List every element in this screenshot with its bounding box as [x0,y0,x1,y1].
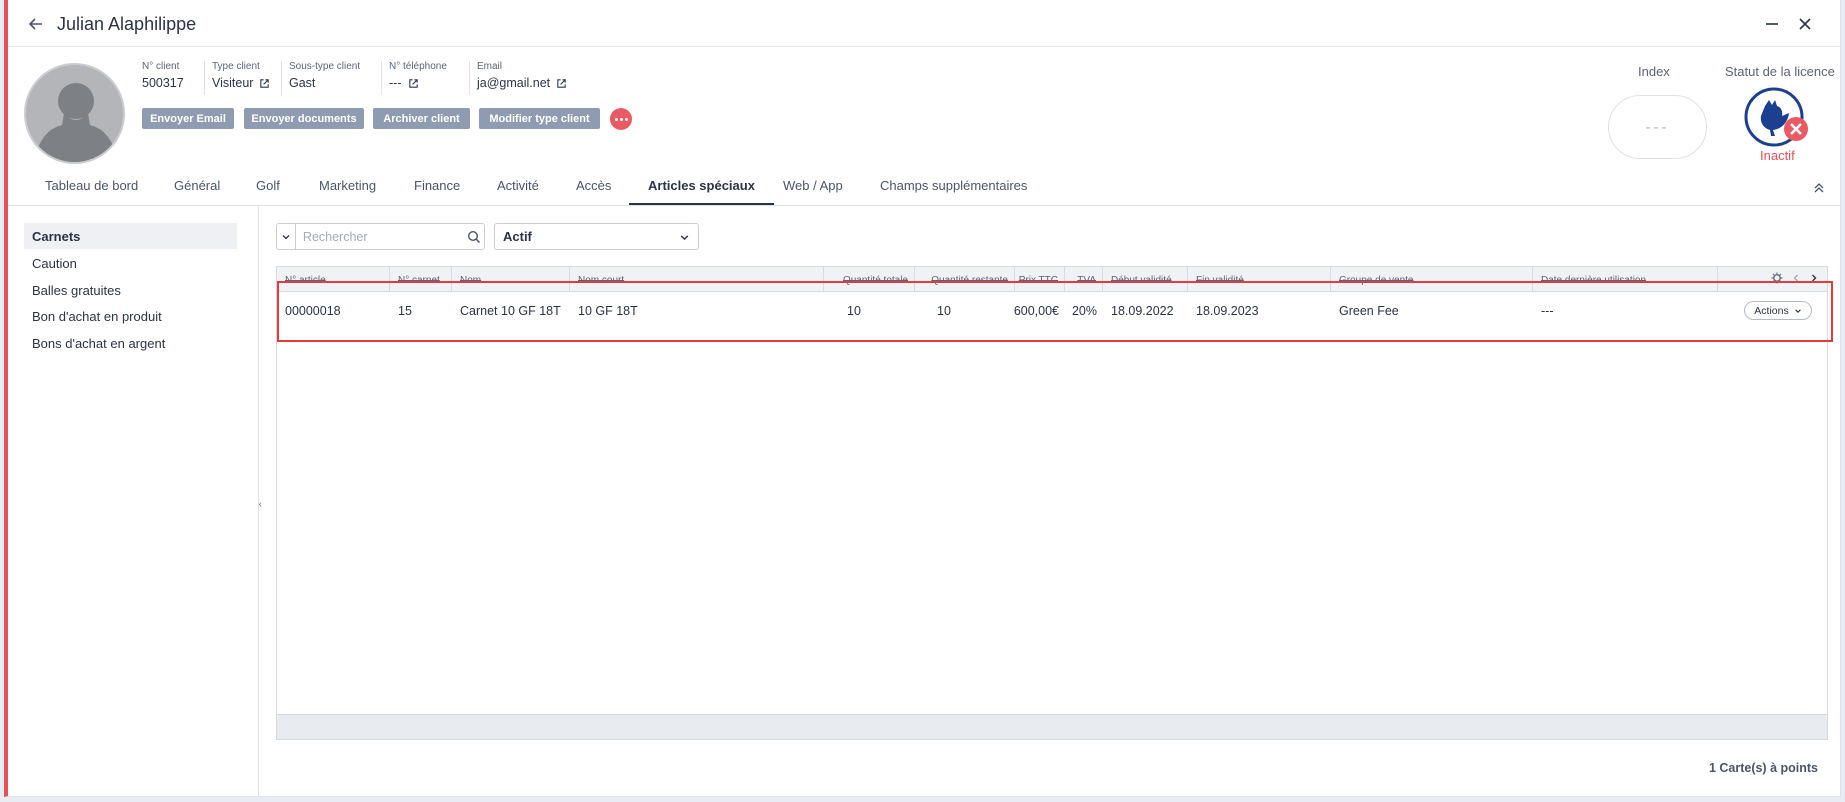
email-value: ja@gmail.net [477,76,551,90]
column-header-end-validity[interactable]: Fin validité [1188,267,1331,292]
column-header-carnet[interactable]: N° carnet [390,267,452,292]
cell-remaining-qty: 10 [937,304,951,318]
column-header-remaining-qty[interactable]: Quantité restante [915,267,1015,292]
chevron-down-icon [1794,308,1801,313]
sidebar-item-product-voucher[interactable]: Bon d'achat en produit [24,303,237,329]
search-box [276,223,485,250]
column-header-price[interactable]: Prix TTC [1015,267,1065,292]
column-header-last-used[interactable]: Date dernière utilisation [1533,267,1718,292]
external-link-icon[interactable] [408,78,419,89]
cell-article: 00000018 [285,304,341,318]
client-subtype-label: Sous-type client [289,61,361,72]
sidebar-item-free-balls[interactable]: Balles gratuites [24,277,237,303]
close-icon[interactable] [1797,16,1813,32]
phone-value: --- [389,76,402,90]
minimize-icon[interactable] [1764,16,1780,32]
index-label: Index [1638,64,1670,79]
tab-special-articles[interactable]: Articles spéciaux [629,178,774,205]
tab-activity[interactable]: Activité [497,178,539,205]
client-type-field: Type client Visiteur [204,61,270,95]
license-status-label: Statut de la licence [1725,64,1835,79]
table-header: N° article N° carnet Nom Nom court Quant… [277,267,1827,292]
tab-dashboard[interactable]: Tableau de bord [45,178,138,205]
status-filter-select[interactable]: Actif [494,223,699,250]
client-type-value: Visiteur [212,76,254,90]
tab-general[interactable]: Général [174,178,220,205]
cell-total-qty: 10 [847,304,861,318]
column-header-sales-group[interactable]: Groupe de vente [1331,267,1533,292]
tab-bar: Tableau de bord Général Golf Marketing F… [8,171,1840,206]
cell-sales-group: Green Fee [1339,304,1399,318]
table-header-tools [1771,272,1819,284]
ffgolf-rooster-icon [1744,87,1808,147]
cell-end-validity: 18.09.2023 [1196,304,1259,318]
client-window: Julian Alaphilippe N° client 500317 Type… [4,0,1841,797]
external-link-icon[interactable] [259,78,270,89]
cell-last-used: --- [1541,304,1554,318]
client-number-label: N° client [142,61,180,72]
license-status-value: Inactif [1760,148,1795,163]
scroll-left-icon[interactable] [1791,273,1801,283]
tab-web-app[interactable]: Web / App [783,178,843,205]
send-documents-button[interactable]: Envoyer documents [244,108,364,129]
cell-price: 600,00€ [1013,304,1059,318]
column-header-total-qty[interactable]: Quantité totale [824,267,915,292]
cell-short-name: 10 GF 18T [578,304,638,318]
email-field: Email ja@gmail.net [469,61,567,95]
send-email-button[interactable]: Envoyer Email [142,108,234,129]
tab-marketing[interactable]: Marketing [319,178,376,205]
settings-gear-icon[interactable] [1771,272,1783,284]
phone-label: N° téléphone [389,61,447,72]
email-label: Email [477,61,503,72]
tab-extra-fields[interactable]: Champs supplémentaires [880,178,1027,205]
change-client-type-button[interactable]: Modifier type client [479,108,600,129]
sidebar: Carnets Caution Balles gratuites Bon d'a… [8,206,262,796]
search-input[interactable] [295,224,464,249]
sidebar-resize-handle-icon[interactable]: ‹ [259,499,262,510]
sidebar-item-carnets[interactable]: Carnets [24,223,237,249]
column-header-name[interactable]: Nom [452,267,570,292]
column-header-short-name[interactable]: Nom court [570,267,824,292]
column-header-vat[interactable]: TVA [1065,267,1103,292]
chevron-down-icon [680,235,689,241]
row-actions-button[interactable]: Actions [1744,301,1812,320]
title-bar: Julian Alaphilippe [8,0,1840,47]
archive-client-button[interactable]: Archiver client [373,108,470,129]
collapse-up-icon[interactable] [1812,181,1826,195]
cell-vat: 20% [1071,304,1097,318]
record-count: 1 Carte(s) à points [1708,761,1818,775]
client-type-label: Type client [212,61,260,72]
tab-access[interactable]: Accès [576,178,611,205]
cell-carnet: 15 [398,304,412,318]
person-silhouette-icon [34,83,118,162]
sidebar-item-caution[interactable]: Caution [24,250,237,276]
search-field-dropdown[interactable] [277,224,296,249]
avatar[interactable] [24,63,125,164]
phone-field: N° téléphone --- [381,61,447,95]
tab-finance[interactable]: Finance [414,178,460,205]
column-header-article[interactable]: N° article [277,267,390,292]
back-arrow-icon[interactable] [26,14,46,34]
scroll-right-icon[interactable] [1809,273,1819,283]
more-options-button[interactable] [610,108,632,130]
table-row[interactable]: 00000018 15 Carnet 10 GF 18T 10 GF 18T 1… [277,292,1827,330]
cell-start-validity: 18.09.2022 [1111,304,1174,318]
client-name-title: Julian Alaphilippe [57,14,197,34]
client-subtype-value: Gast [289,76,316,90]
row-actions-label: Actions [1754,304,1789,317]
carnets-table: N° article N° carnet Nom Nom court Quant… [276,266,1828,740]
table-footer-bar [277,714,1827,739]
client-subtype-field: Sous-type client Gast [281,61,360,95]
client-number-field: N° client 500317 [142,61,184,90]
chevron-down-icon [282,234,290,239]
external-link-icon[interactable] [556,78,567,89]
search-icon[interactable] [464,224,484,249]
column-header-start-validity[interactable]: Début validité [1103,267,1188,292]
index-value: --- [1608,95,1707,159]
client-number-value: 500317 [142,76,184,90]
status-filter-value: Actif [503,229,532,244]
tab-golf[interactable]: Golf [256,178,280,205]
cell-name: Carnet 10 GF 18T [460,304,561,318]
sidebar-item-cash-voucher[interactable]: Bons d'achat en argent [24,330,237,356]
